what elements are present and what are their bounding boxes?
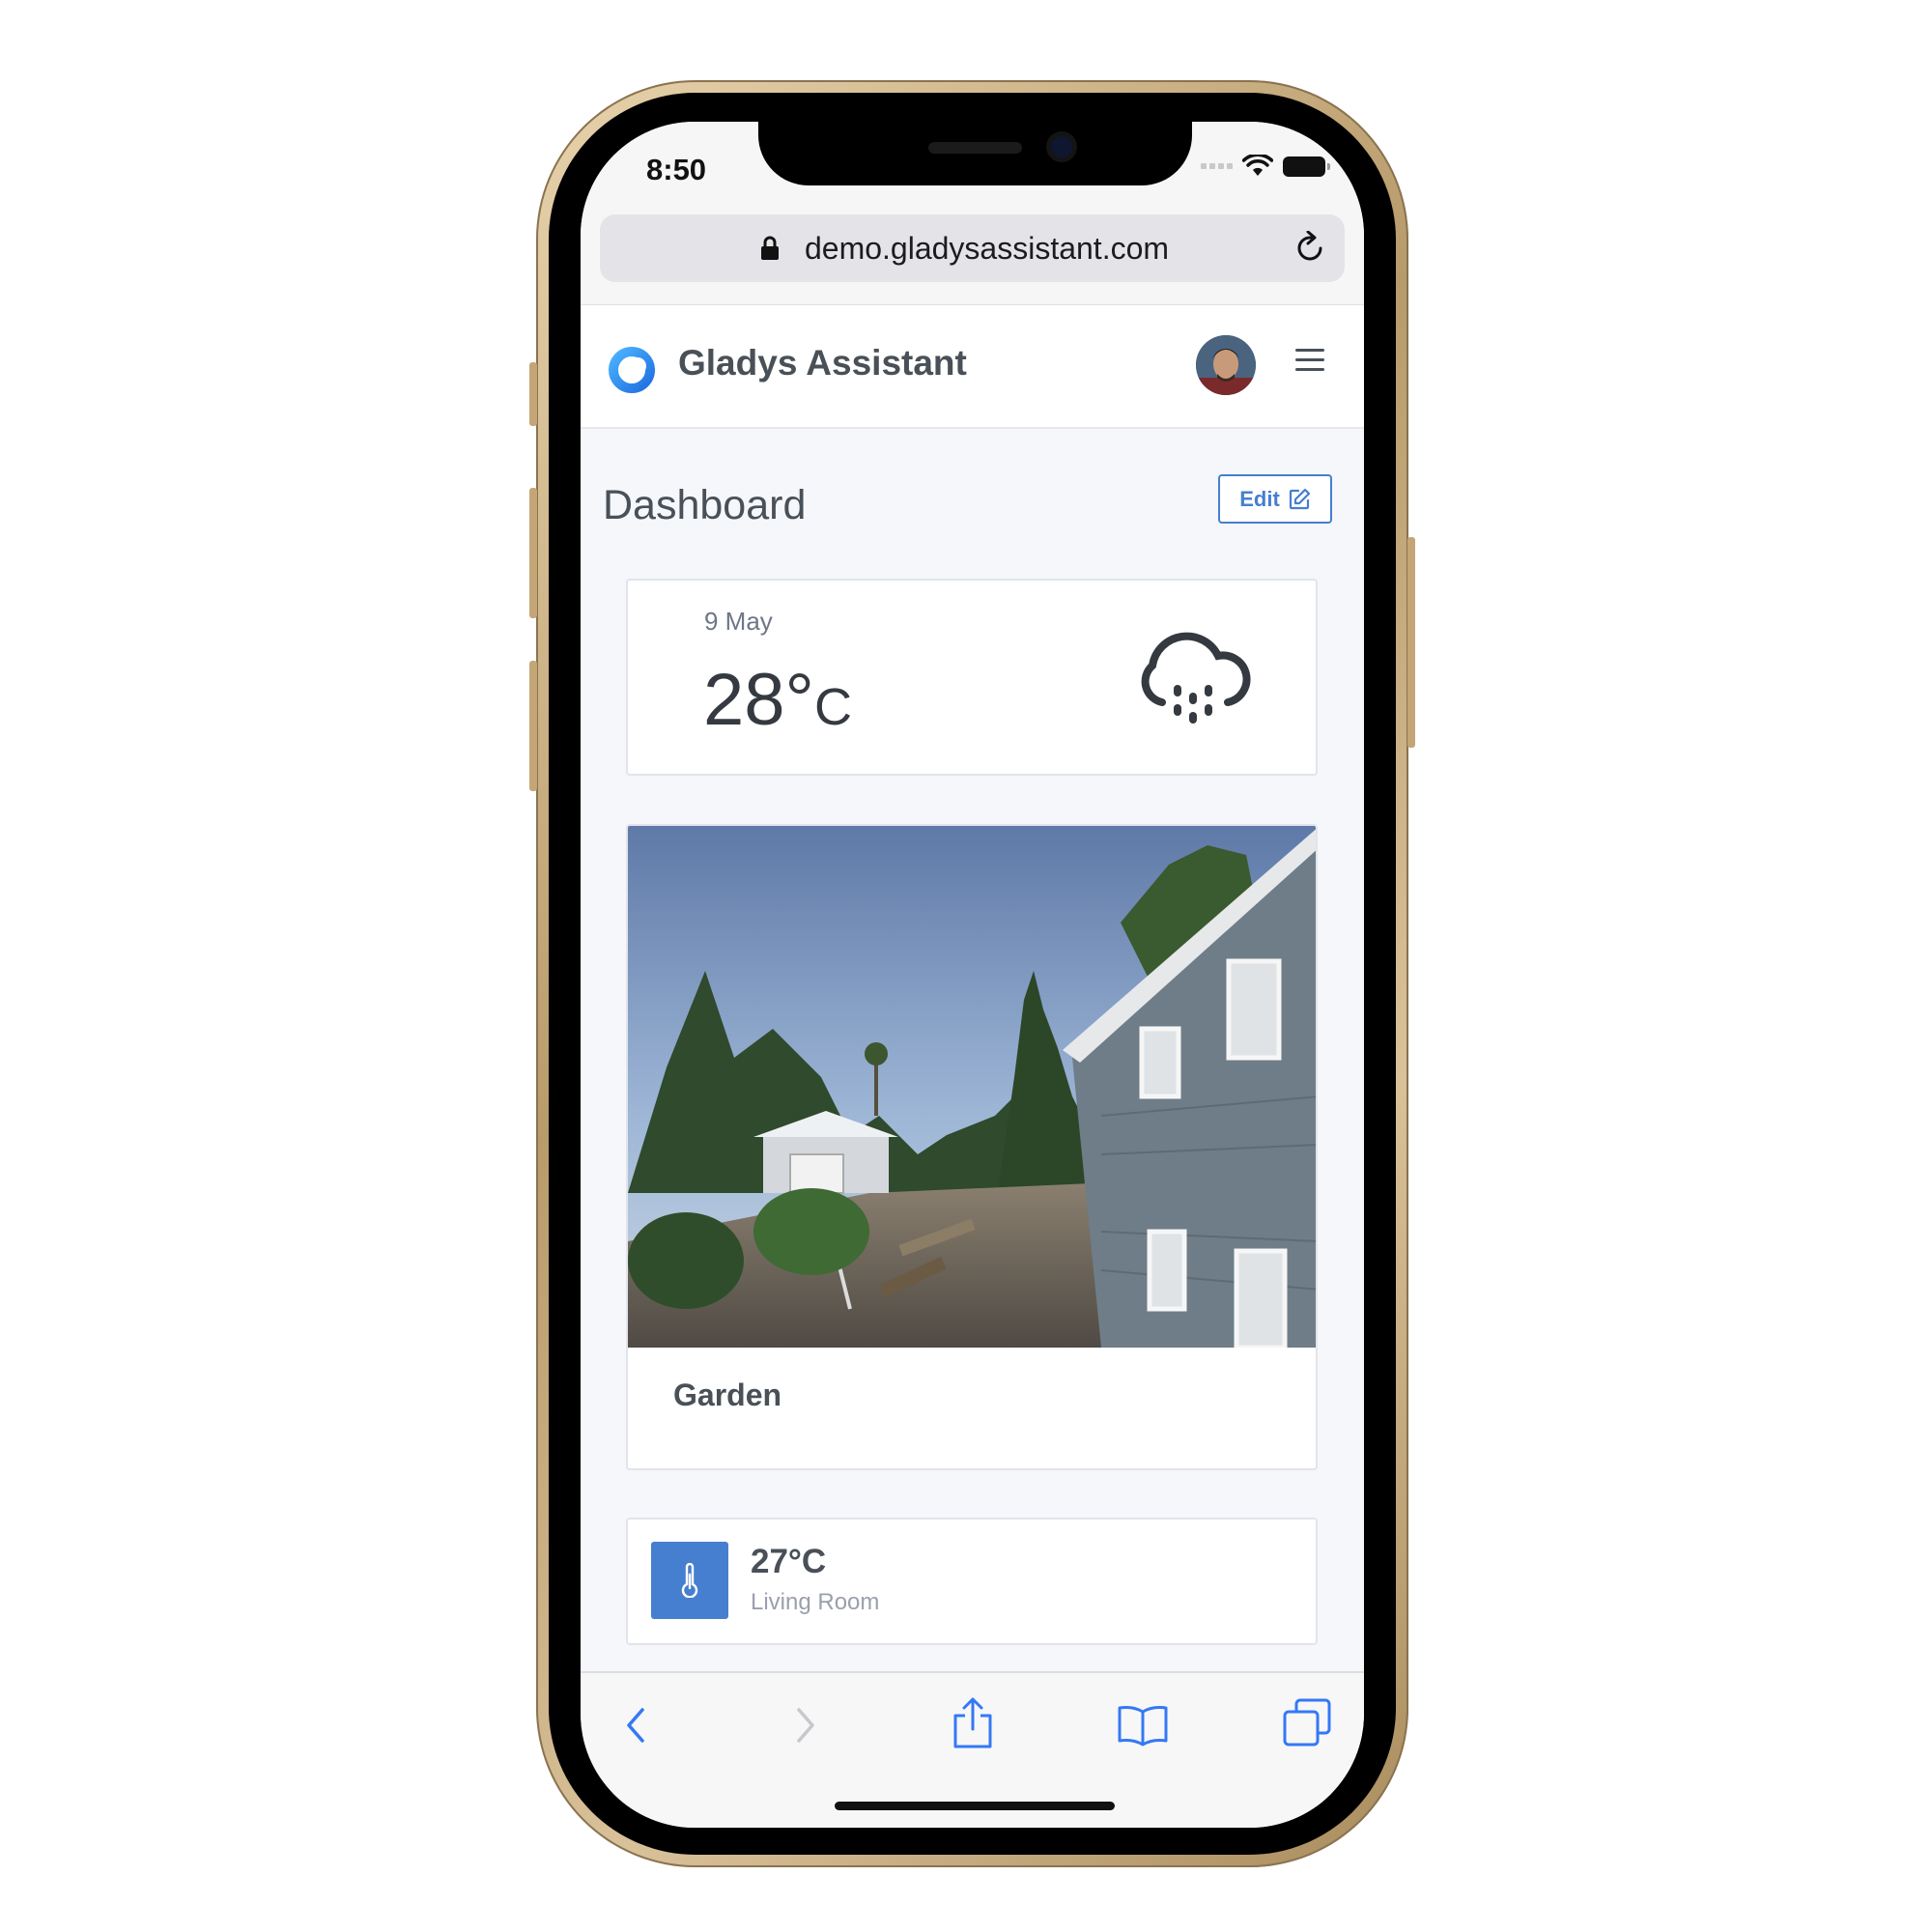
back-icon[interactable] [621,1702,652,1748]
reload-icon[interactable] [1294,231,1327,266]
sensor-room: Living Room [751,1589,880,1615]
notch [758,122,1192,185]
thermometer-icon [681,1563,698,1598]
url-text: demo.gladysassistant.com [804,231,1170,266]
home-indicator[interactable] [835,1802,1115,1810]
phone-screen: 8:50 demo.gladysassistant.com Gladys Ass… [581,122,1364,1828]
mute-switch [529,362,537,426]
share-icon[interactable] [951,1696,995,1750]
user-avatar[interactable] [1196,335,1256,395]
edit-dashboard-button[interactable]: Edit [1218,474,1332,524]
camera-name: Garden [673,1378,782,1412]
gladys-logo-icon[interactable] [607,345,657,395]
address-bar[interactable]: demo.gladysassistant.com [600,214,1345,282]
earpiece-speaker [928,142,1022,154]
volume-down-button [529,661,537,791]
app-brand-name[interactable]: Gladys Assistant [678,343,967,384]
front-camera [1051,136,1072,157]
bookmarks-icon[interactable] [1116,1702,1170,1748]
edit-button-label: Edit [1239,486,1280,511]
sensor-value: 27°C [751,1543,827,1580]
camera-snapshot-image[interactable] [628,826,1318,1348]
forward-icon[interactable] [789,1702,820,1748]
sensor-icon-box [651,1542,728,1619]
edit-icon [1289,488,1310,509]
wifi-icon [1242,155,1273,176]
power-button [1407,537,1415,748]
rain-cloud-icon [1141,632,1251,724]
user-avatar-image [1196,335,1256,395]
battery-icon [1283,156,1330,177]
status-time: 8:50 [646,153,707,186]
volume-up-button [529,488,537,618]
weather-temperature-value: 28° [703,659,814,741]
weather-card: 9 May 28°C [626,579,1318,776]
cellular-signal-icon [1201,163,1233,169]
weather-temperature-unit: C [813,678,852,736]
temperature-sensor-card: 27°C Living Room [626,1518,1318,1645]
weather-temperature: 28°C [703,658,852,742]
safari-top-bar: 8:50 demo.gladysassistant.com [581,122,1364,306]
status-icons [1201,155,1330,178]
tabs-icon[interactable] [1281,1696,1333,1748]
weather-date: 9 May [704,607,773,636]
page-title: Dashboard [603,482,807,528]
menu-icon[interactable] [1293,346,1326,375]
app-header: Gladys Assistant [581,305,1364,429]
camera-card[interactable]: Garden [626,824,1318,1470]
